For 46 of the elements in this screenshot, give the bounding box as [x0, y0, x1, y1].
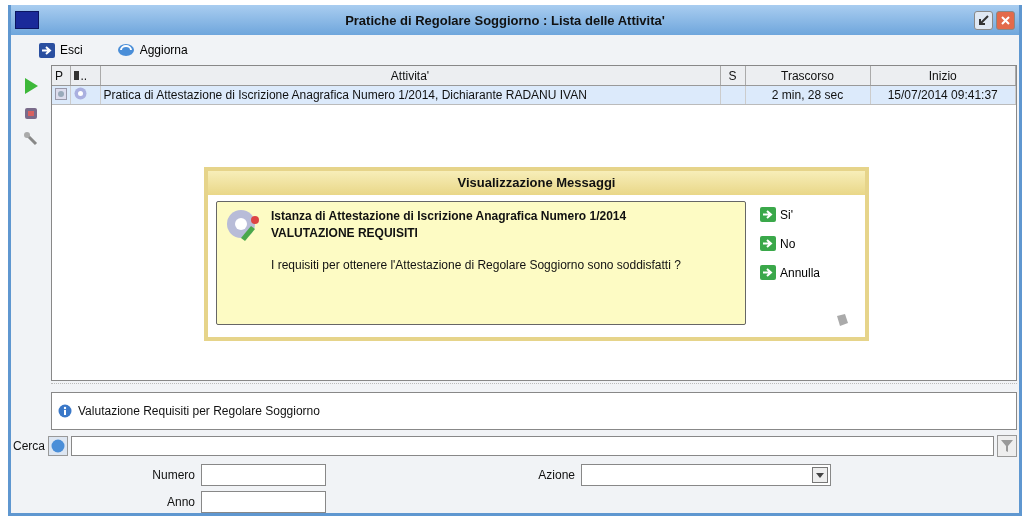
field-label: Anno — [165, 495, 196, 509]
gear-icon — [73, 87, 87, 100]
gear-icon — [225, 208, 261, 244]
view-icon — [55, 87, 67, 100]
column-header[interactable]: .. — [80, 68, 88, 83]
close-icon — [1000, 14, 1011, 26]
message-heading: Istanza di Attestazione di Iscrizione Anagrafica Numero 1/2014 — [271, 208, 628, 225]
info-icon — [58, 404, 72, 418]
dialog-title: Visualizzazione Messaggi — [208, 171, 865, 195]
input-field[interactable] — [201, 464, 326, 486]
play-icon[interactable] — [23, 77, 39, 95]
wrench-icon[interactable] — [23, 131, 39, 147]
help-button[interactable] — [48, 436, 68, 456]
arrow-icon — [760, 265, 776, 280]
column-header[interactable]: Attivita' — [390, 68, 430, 83]
input-field[interactable] — [201, 491, 326, 513]
info-text: Valutazione Requisiti per Regolare Soggiorno — [78, 404, 320, 418]
table-cell: Pratica di Attestazione di Iscrizione Anagrafica Numero 1/2014, Dichiarante RADANU IVAN — [103, 88, 587, 102]
refresh-icon — [116, 42, 135, 58]
field-label: Numero — [151, 468, 196, 482]
window-title: Pratiche di Regolare Soggiorno : Lista delle Attivita' — [344, 12, 666, 28]
message-text: I requisiti per ottenere l'Attestazione di Regolare Soggiorno sono soddisfatti ? — [271, 258, 681, 272]
field-label: Azione — [537, 468, 576, 482]
filter-icon — [1000, 439, 1014, 453]
dialog-button[interactable]: Si' — [760, 207, 857, 222]
table-cell: 2 min, 28 sec — [771, 88, 844, 102]
restore-button[interactable] — [974, 10, 993, 30]
column-icon — [73, 71, 79, 80]
caret-icon — [816, 472, 824, 478]
arrow-icon — [760, 236, 776, 251]
dialog-button[interactable]: Annulla — [760, 265, 857, 280]
arrow-icon — [760, 207, 776, 222]
dropdown-field[interactable] — [581, 464, 831, 486]
filter-button[interactable] — [997, 435, 1017, 457]
arrow-icon — [978, 14, 989, 26]
dialog-button[interactable]: No — [760, 236, 857, 251]
exit-button[interactable]: Esci — [39, 42, 83, 58]
column-header[interactable]: Inizio — [928, 68, 957, 83]
search-field[interactable] — [71, 436, 994, 456]
refresh-button[interactable]: Aggiorna — [116, 42, 188, 58]
tool-icon[interactable] — [23, 105, 39, 121]
exit-icon — [39, 42, 55, 58]
search-label: Cerca — [12, 439, 45, 453]
app-logo-icon — [15, 11, 39, 29]
table-cell: 15/07/2014 09:41:37 — [887, 88, 998, 102]
message-heading: VALUTAZIONE REQUISITI — [271, 225, 419, 242]
